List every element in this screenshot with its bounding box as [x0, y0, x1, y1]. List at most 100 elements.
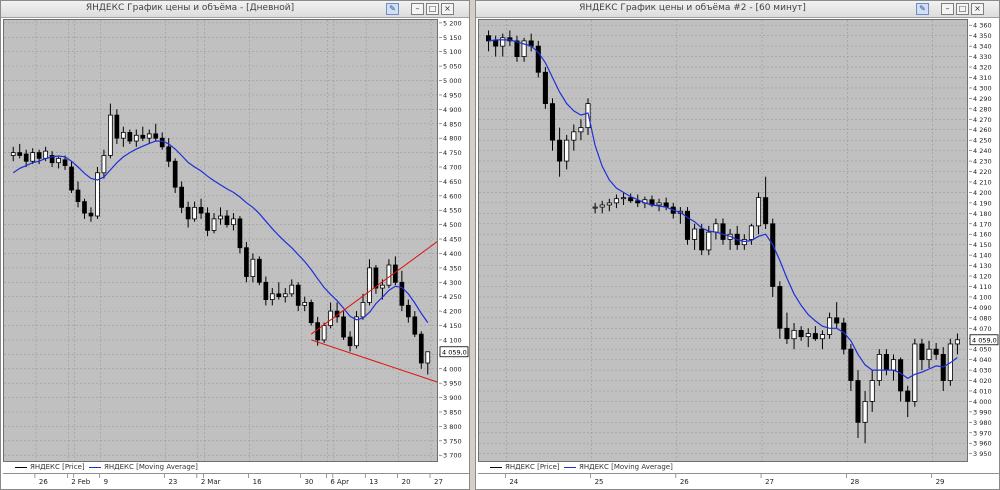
candle[interactable]	[890, 354, 897, 381]
candle[interactable]	[777, 281, 783, 339]
candle[interactable]	[418, 331, 424, 369]
candle[interactable]	[514, 35, 520, 62]
candle[interactable]	[898, 357, 904, 402]
candle[interactable]	[557, 127, 563, 177]
candle[interactable]	[656, 198, 662, 212]
candle[interactable]	[224, 210, 230, 228]
candle[interactable]	[734, 225, 740, 250]
candle[interactable]	[386, 259, 392, 289]
candle[interactable]	[263, 276, 269, 306]
candle[interactable]	[770, 218, 776, 297]
candle[interactable]	[373, 265, 379, 294]
candle[interactable]	[146, 129, 152, 144]
candle[interactable]	[114, 109, 120, 144]
candle[interactable]	[425, 351, 431, 375]
candle[interactable]	[926, 340, 932, 368]
candle[interactable]	[535, 40, 541, 78]
candle[interactable]	[578, 119, 584, 141]
candle[interactable]	[49, 151, 55, 167]
candle[interactable]	[862, 390, 868, 444]
candle[interactable]	[231, 213, 236, 231]
candle[interactable]	[834, 302, 840, 329]
candle[interactable]	[713, 218, 719, 240]
candle[interactable]	[848, 343, 854, 391]
candle[interactable]	[727, 229, 733, 250]
candle[interactable]	[276, 282, 282, 300]
close-icon[interactable]: ×	[441, 3, 454, 15]
candle[interactable]	[755, 192, 762, 235]
candle[interactable]	[282, 288, 288, 303]
candle[interactable]	[692, 223, 698, 250]
candle[interactable]	[412, 311, 418, 338]
candle[interactable]	[805, 328, 811, 348]
price-plot-area[interactable]	[478, 19, 968, 462]
candle[interactable]	[82, 198, 87, 219]
close-icon[interactable]: ×	[971, 3, 984, 15]
candle[interactable]	[405, 299, 411, 323]
candle[interactable]	[819, 330, 825, 350]
pin-icon[interactable]: ✎	[916, 3, 929, 15]
trendline[interactable]	[311, 339, 441, 384]
candle[interactable]	[88, 207, 94, 222]
candle[interactable]	[244, 241, 249, 283]
price-plot-area[interactable]	[3, 19, 442, 462]
candle[interactable]	[133, 129, 139, 147]
candle[interactable]	[585, 98, 591, 135]
candle[interactable]	[855, 370, 861, 439]
candle[interactable]	[621, 192, 627, 205]
candle[interactable]	[341, 311, 346, 340]
candle[interactable]	[237, 216, 243, 254]
candle[interactable]	[17, 143, 23, 159]
candle[interactable]	[905, 385, 911, 418]
candle[interactable]	[198, 198, 204, 219]
title-bar[interactable]: ЯНДЕКС График цены и объёма #2 - [60 мин…	[476, 1, 999, 18]
candle[interactable]	[784, 312, 790, 344]
candle[interactable]	[172, 158, 178, 193]
maximize-icon[interactable]: □	[426, 3, 439, 15]
candle[interactable]	[748, 223, 754, 245]
candle[interactable]	[876, 349, 882, 386]
candle[interactable]	[613, 194, 619, 209]
candle[interactable]	[185, 201, 191, 228]
candle[interactable]	[192, 201, 197, 222]
candle[interactable]	[367, 259, 372, 306]
candle[interactable]	[166, 138, 172, 167]
candle[interactable]	[308, 299, 314, 326]
candle[interactable]	[549, 98, 556, 151]
candle[interactable]	[399, 270, 405, 312]
candle[interactable]	[295, 282, 301, 312]
candle[interactable]	[919, 338, 925, 371]
candle[interactable]	[354, 311, 359, 349]
candle[interactable]	[720, 218, 726, 245]
candle[interactable]	[827, 312, 833, 339]
candle[interactable]	[677, 207, 683, 224]
candle[interactable]	[101, 149, 107, 179]
title-bar[interactable]: ЯНДЕКС График цены и объёма - [Дневной] …	[1, 1, 469, 18]
candle[interactable]	[542, 67, 548, 109]
candle[interactable]	[334, 302, 340, 323]
candle[interactable]	[791, 323, 797, 350]
candle[interactable]	[347, 331, 353, 352]
candle[interactable]	[912, 338, 918, 407]
candle[interactable]	[933, 342, 939, 360]
candle[interactable]	[127, 129, 133, 144]
candle[interactable]	[108, 103, 113, 159]
candle[interactable]	[606, 198, 612, 212]
candle[interactable]	[521, 37, 527, 62]
candle[interactable]	[592, 202, 598, 214]
candle[interactable]	[69, 161, 74, 193]
candle[interactable]	[500, 33, 506, 57]
candle[interactable]	[628, 193, 634, 203]
candle[interactable]	[269, 288, 275, 306]
candle[interactable]	[684, 207, 691, 245]
candle[interactable]	[140, 126, 146, 142]
candle[interactable]	[153, 123, 159, 142]
candle[interactable]	[869, 370, 875, 412]
candle[interactable]	[528, 33, 534, 52]
candle[interactable]	[571, 124, 577, 151]
candle[interactable]	[883, 349, 889, 376]
candle[interactable]	[121, 126, 126, 147]
candle[interactable]	[493, 35, 499, 57]
candle[interactable]	[564, 134, 570, 170]
candle[interactable]	[328, 302, 333, 329]
